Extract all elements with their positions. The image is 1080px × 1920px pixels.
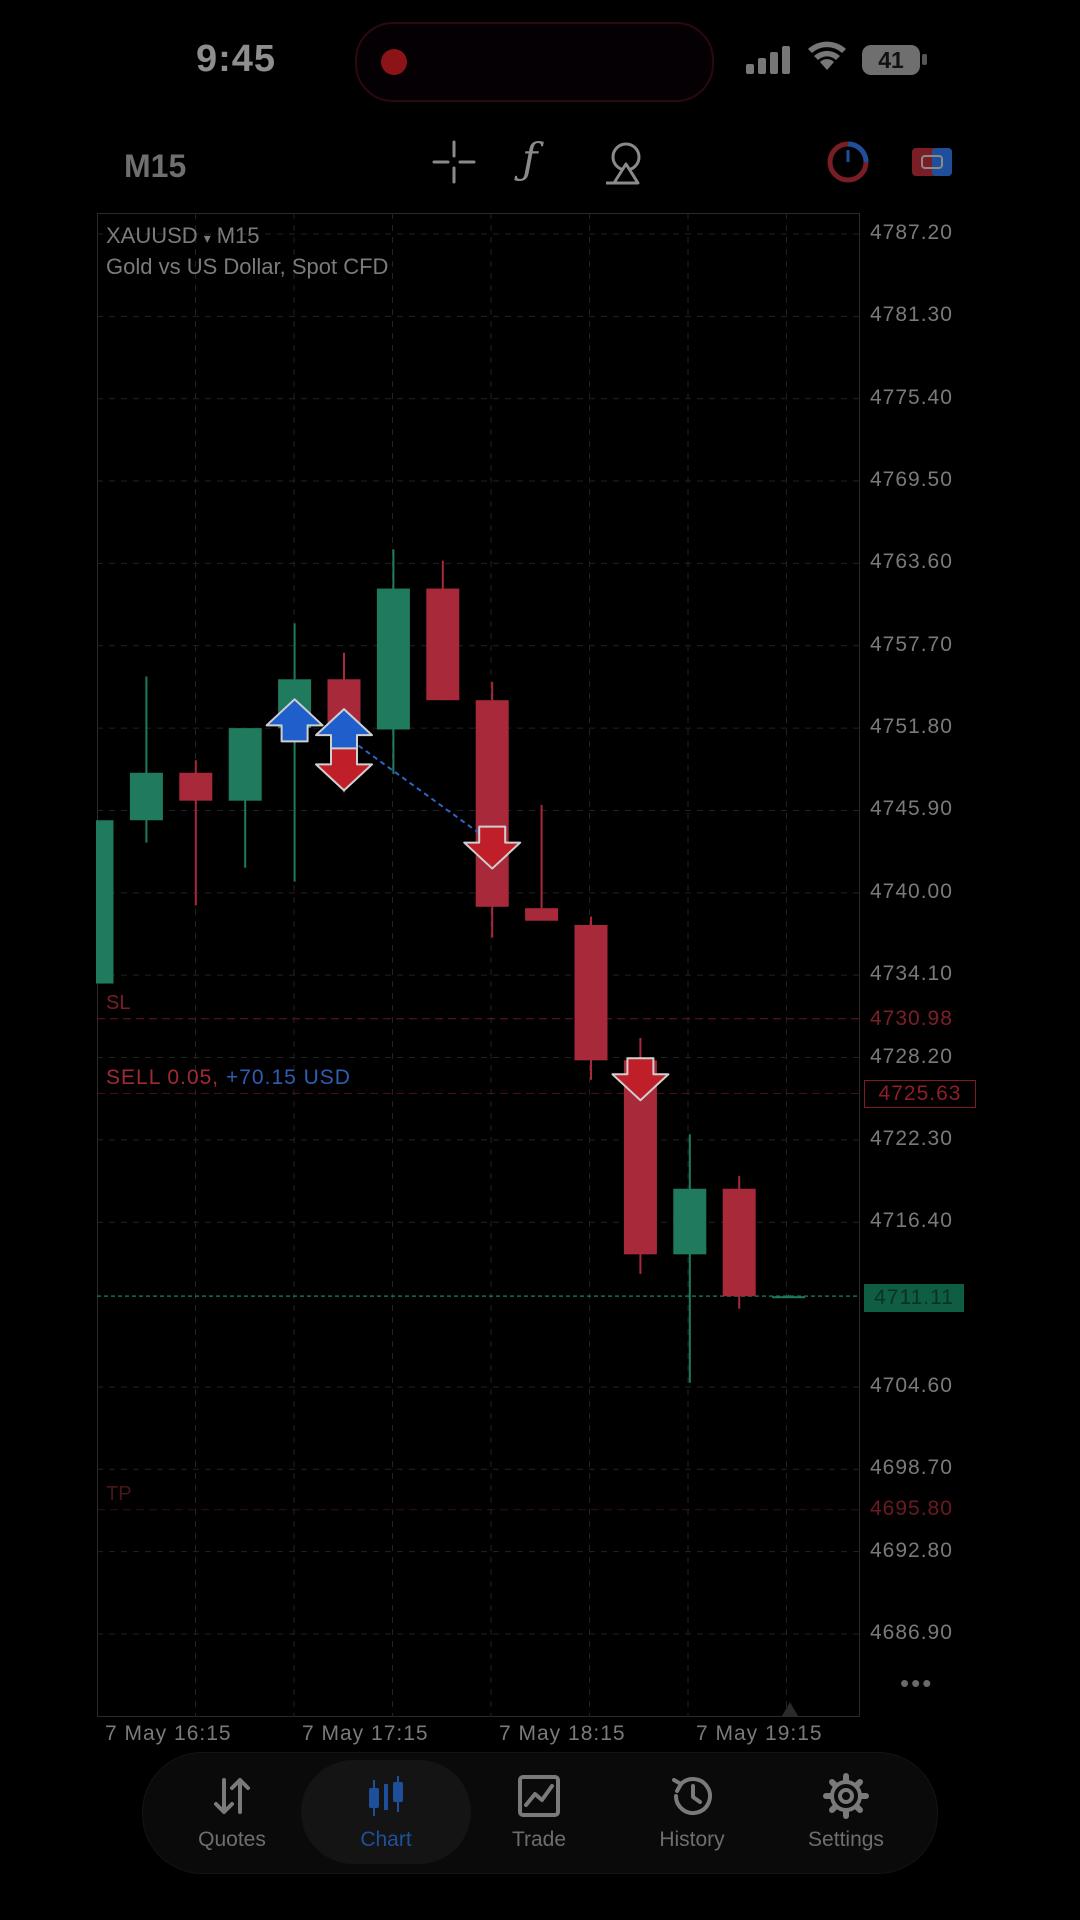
price-tick-label: 4787.20 [870,221,953,244]
candlestick-chart-icon [369,1776,403,1816]
price-tick-label: 4698.70 [870,1456,953,1480]
price-tick-label: 4751.80 [870,715,953,739]
take-profit-price: 4695.80 [870,1497,953,1520]
price-tick-label: 4769.50 [870,468,953,492]
price-tick-label: 4745.90 [870,797,953,821]
position-label[interactable]: SELL 0.05, +70.15 USD [106,1066,351,1090]
price-tick-label: 4757.70 [870,632,953,656]
tab-chart[interactable]: Chart [316,1758,456,1868]
price-tick-label: 4775.40 [870,385,953,409]
price-tick-label: 4740.00 [870,879,953,903]
tab-label: Settings [808,1828,884,1851]
time-tick-label: 7 May 19:15 [696,1722,823,1745]
candle-body [228,728,262,801]
tab-label: History [659,1828,725,1851]
price-tick-label: 4728.20 [870,1044,953,1068]
symbol-description: Gold vs US Dollar, Spot CFD [106,254,389,279]
price-tick-label: 4722.30 [870,1126,953,1150]
buy-arrow-icon [315,708,373,753]
price-tick-label: 4734.10 [870,962,953,986]
quotes-arrows-icon [214,1778,250,1814]
candle-body [673,1188,707,1255]
candle-body [475,700,509,907]
time-tick-label: 7 May 17:15 [302,1722,429,1745]
price-tick-label: 4704.60 [870,1373,953,1397]
price-tick-label: 4763.60 [870,550,953,574]
candle-body [525,908,559,921]
trade-connector-line [343,734,493,844]
symbol-name: XAUUSD [106,223,198,248]
symbol-timeframe: M15 [216,223,260,248]
time-tick-label: 7 May 16:15 [105,1722,232,1745]
price-tick-label: 4692.80 [870,1538,953,1562]
candle-body [574,924,608,1061]
candle-body [129,772,163,821]
sell-arrow-icon [611,1057,670,1102]
tab-history[interactable]: History [622,1758,762,1868]
candle-body [179,772,213,801]
symbol-dropdown-icon: ▾ [203,230,211,246]
tab-label: Chart [360,1828,412,1851]
position-side: SELL 0.05, [106,1066,220,1089]
buy-arrow-icon [265,698,324,743]
stop-loss-price: 4730.98 [870,1007,953,1030]
history-clock-icon [672,1777,712,1816]
stop-loss-label: SL [106,992,131,1014]
tab-label: Quotes [198,1828,266,1851]
trade-chart-icon [518,1775,560,1817]
entry-price-badge: 4725.63 [864,1080,976,1108]
settings-gear-icon [823,1773,869,1819]
period-separator-icon [782,1702,798,1716]
sell-arrow-icon [463,825,522,870]
price-tick-label: 4686.90 [870,1621,953,1644]
sell-arrow-icon [315,747,373,792]
candle-body [97,820,114,984]
time-tick-label: 7 May 18:15 [499,1722,626,1745]
take-profit-label: TP [106,1483,132,1505]
candle-body [376,588,410,730]
price-tick-label: 4781.30 [870,303,953,327]
position-profit: +70.15 USD [225,1066,351,1089]
more-options-icon[interactable]: ••• [900,1668,933,1699]
current-price-badge: 4711.11 [864,1284,964,1312]
candle-body [426,588,460,701]
price-tick-label: 4716.40 [870,1209,953,1233]
tab-trade[interactable]: Trade [469,1758,609,1868]
symbol-header[interactable]: XAUUSD ▾ M15 [106,223,260,249]
tab-label: Trade [511,1828,567,1851]
tab-settings[interactable]: Settings [776,1758,916,1868]
tab-quotes[interactable]: Quotes [162,1758,302,1868]
candle-body [722,1188,756,1297]
candle-body [772,1296,806,1299]
